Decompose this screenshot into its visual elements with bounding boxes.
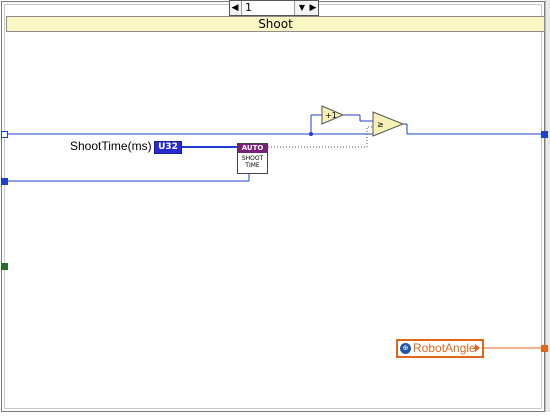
comparator-symbol: ≥ — [377, 120, 384, 129]
globe-icon: ⊕ — [400, 343, 411, 354]
constant-label: ShootTime(ms) — [70, 139, 152, 153]
u32-constant[interactable]: U32 — [154, 141, 182, 154]
left-tunnel-numeric-top — [1, 131, 8, 138]
local-variable-arrow-icon — [475, 344, 480, 352]
auto-shoot-time-subvi[interactable]: AUTO SHOOT TIME — [237, 143, 268, 174]
left-tunnel-boolean — [1, 263, 8, 270]
increment-label: +1 — [325, 111, 337, 120]
right-tunnel-numeric — [541, 131, 548, 138]
subvi-header: AUTO — [238, 144, 267, 153]
right-tunnel-cluster — [541, 345, 548, 352]
subvi-dotted-wire — [268, 126, 373, 148]
wire-junction-dot — [309, 132, 313, 136]
robot-angle-local-variable[interactable]: ⊕ RobotAngle — [396, 339, 484, 358]
local-variable-name: RobotAngle — [413, 341, 476, 355]
subvi-body: SHOOT TIME — [238, 153, 267, 169]
subvi-line-1: SHOOT — [241, 155, 264, 162]
subvi-line-2: TIME — [245, 162, 260, 169]
left-tunnel-numeric-lower — [1, 178, 8, 185]
